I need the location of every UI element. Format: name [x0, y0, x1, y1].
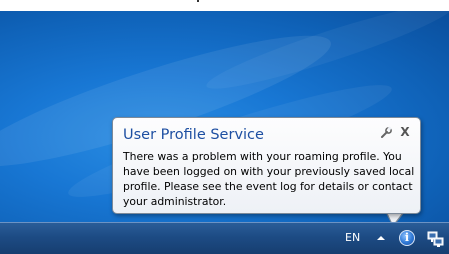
wrench-icon[interactable]	[379, 126, 393, 140]
top-white-strip	[0, 0, 449, 11]
info-icon[interactable]: i	[399, 230, 415, 246]
chevron-up-icon[interactable]	[376, 233, 386, 243]
network-icon[interactable]	[427, 230, 445, 248]
notification-title: User Profile Service	[123, 127, 264, 143]
taskbar: EN i	[0, 222, 449, 254]
language-indicator[interactable]: EN	[345, 231, 360, 244]
notification-balloon[interactable]: User Profile Service X There was a probl…	[112, 117, 421, 214]
close-icon[interactable]: X	[398, 125, 412, 139]
cursor-dot	[197, 0, 199, 2]
notification-message: There was a problem with your roaming pr…	[123, 150, 415, 208]
